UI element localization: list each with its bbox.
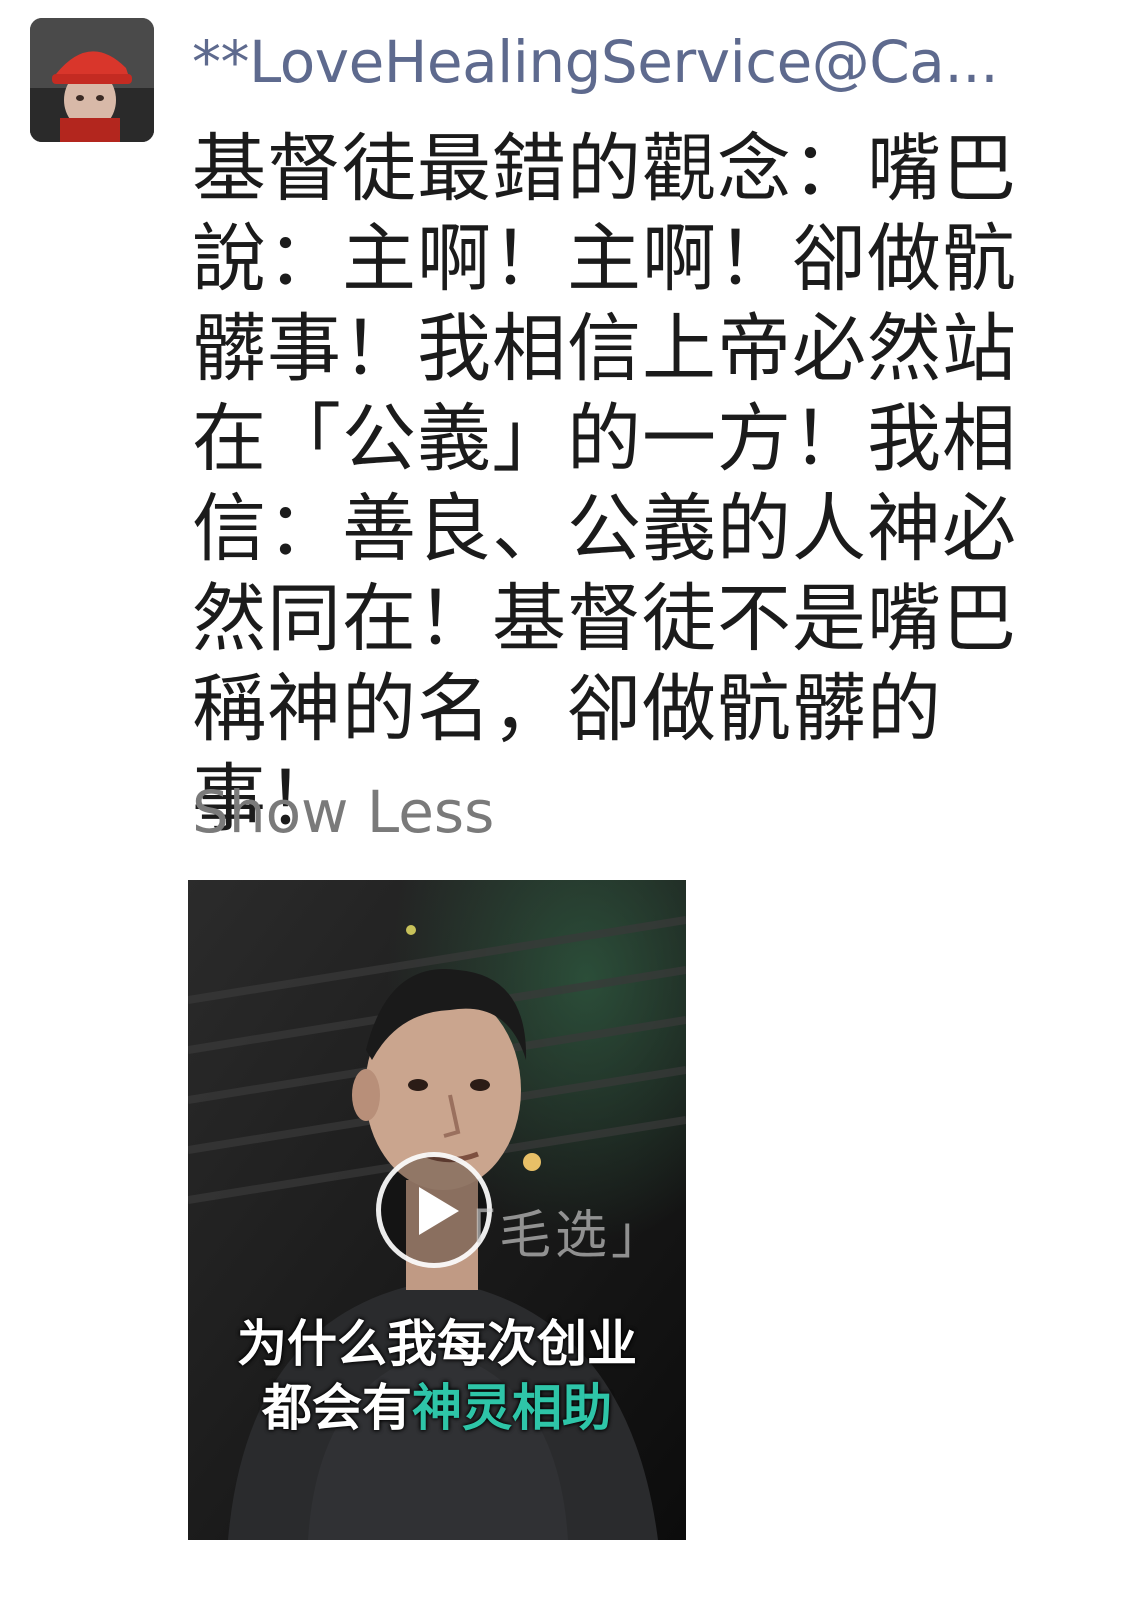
video-caption-prefix: 都会有 [262, 1379, 412, 1437]
video-caption-highlight: 神灵相助 [412, 1379, 612, 1437]
avatar-image [30, 18, 154, 142]
video-overlay-tag: 「毛选」 [443, 1206, 668, 1266]
video-thumbnail[interactable]: 「毛选」 为什么我每次创业 都会有神灵相助 [188, 880, 686, 1540]
video-caption-line2: 都会有神灵相助 [188, 1376, 686, 1440]
show-less-link[interactable]: Show Less [192, 776, 494, 848]
video-caption-line1: 为什么我每次创业 [237, 1315, 637, 1373]
post-card: **LoveHealingService@Ca... 基督徒最錯的觀念：嘴巴說：… [0, 0, 1125, 1606]
avatar[interactable] [30, 18, 154, 142]
author-name[interactable]: **LoveHealingService@Ca... [192, 26, 1072, 98]
post-text: 基督徒最錯的觀念：嘴巴說：主啊！主啊！卻做骯髒事！我相信上帝必然站在「公義」的一… [192, 126, 1017, 842]
